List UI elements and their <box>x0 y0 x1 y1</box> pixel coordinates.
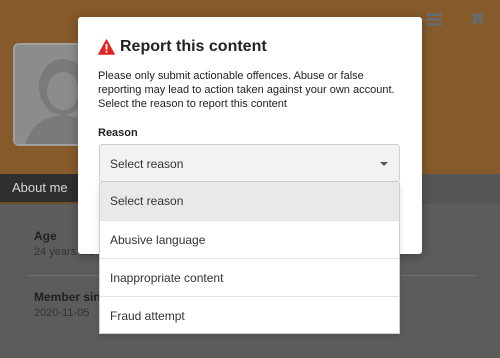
modal-title-text: Report this content <box>120 38 267 55</box>
warning-icon <box>98 39 115 55</box>
reason-option-fraud-attempt[interactable]: Fraud attempt <box>100 296 399 334</box>
reason-label: Reason <box>98 127 138 139</box>
reason-option-select-reason[interactable]: Select reason <box>100 182 399 220</box>
reason-select[interactable]: Select reason <box>99 144 400 182</box>
reason-dropdown-list: Select reason Abusive language Inappropr… <box>99 182 400 334</box>
reason-select-value: Select reason <box>110 157 184 171</box>
caret-down-icon <box>380 162 388 166</box>
tab-about-me[interactable]: About me <box>0 174 78 204</box>
hamburger-icon[interactable] <box>426 13 442 27</box>
modal-description: Please only submit actionable offences. … <box>98 70 395 110</box>
reason-option-abusive-language[interactable]: Abusive language <box>100 220 399 258</box>
modal-title: Report this content <box>98 38 267 56</box>
close-icon[interactable]: ✖ <box>470 9 485 29</box>
reason-option-inappropriate-content[interactable]: Inappropriate content <box>100 258 399 296</box>
